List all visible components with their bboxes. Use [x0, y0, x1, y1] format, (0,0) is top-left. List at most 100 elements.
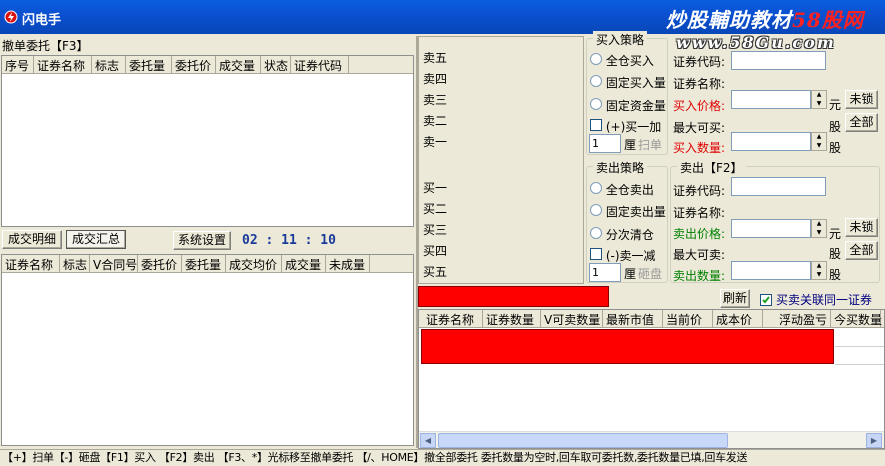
cancel-table-header: 序号 证券名称 标志 委托量 委托价 成交量 状态 证券代码 [2, 56, 413, 74]
buy-price-spinner[interactable]: ▲ ▼ [811, 90, 827, 109]
deal-table-header: 证券名称 标志 V合同号 委托价 委托量 成交均价 成交量 未成量 [2, 255, 413, 273]
system-settings-button[interactable]: 系统设置 [173, 231, 231, 250]
buy-option-fixed-qty[interactable]: 固定买入量 [590, 74, 666, 91]
sell-option-full[interactable]: 全仓卖出 [590, 181, 654, 198]
buy-sweep-label: 扫单 [638, 138, 663, 152]
holdings-table[interactable]: 证券名称 证券数量 V可卖数量 最新市值 当前价 成本价 浮动盈亏 今买数量 ◀… [418, 309, 885, 449]
col-header[interactable]: 委托价 [138, 255, 182, 272]
sell-price-input[interactable] [731, 219, 811, 238]
sell-qty-input[interactable] [731, 261, 811, 280]
sell-tick-input[interactable]: 1 [589, 263, 621, 282]
sell-all-button[interactable]: 全部 [845, 241, 878, 260]
col-header[interactable]: 标志 [92, 56, 126, 73]
quote-buy5[interactable]: 买五 [423, 263, 447, 280]
sell-qty-spinner[interactable]: ▲ ▼ [811, 261, 827, 280]
quote-sell5[interactable]: 卖五 [423, 49, 447, 66]
sell-option-batch[interactable]: 分次清仓 [590, 226, 654, 243]
sell-form-title: 卖出【F2】 [677, 159, 746, 176]
row-divider [835, 364, 884, 365]
scroll-right-icon[interactable]: ▶ [866, 433, 882, 448]
tab-deal-detail[interactable]: 成交明细 [2, 230, 62, 249]
sell-minus-checkbox[interactable]: (-)卖一减 [590, 247, 656, 264]
holdings-hscrollbar[interactable]: ◀ ▶ [419, 431, 884, 448]
col-header[interactable]: 序号 [2, 56, 34, 73]
quote-sell2[interactable]: 卖二 [423, 112, 447, 129]
window-title: 闪电手 [22, 13, 62, 28]
scroll-left-icon[interactable]: ◀ [420, 433, 436, 448]
buy-plus-checkbox[interactable]: (+)买一加 [590, 118, 661, 135]
sell-max-unit: 股 [829, 247, 842, 261]
watermark-line2: www.58Gu.com [676, 33, 836, 52]
buy-lock-button[interactable]: 未锁 [845, 90, 878, 109]
col-header[interactable]: 标志 [60, 255, 90, 272]
buy-code-label: 证券代码: [673, 55, 726, 69]
col-header[interactable]: 状态 [261, 56, 291, 73]
deal-table[interactable]: 证券名称 标志 V合同号 委托价 委托量 成交均价 成交量 未成量 [1, 254, 414, 446]
account-redacted [418, 286, 609, 307]
check-icon [760, 293, 772, 306]
col-header[interactable]: 证券名称 [34, 56, 92, 73]
sell-tick-unit: 厘 [624, 267, 637, 281]
sell-strategy-title: 卖出策略 [593, 159, 648, 176]
col-header[interactable]: 成本价 [713, 310, 763, 327]
holdings-table-header: 证券名称 证券数量 V可卖数量 最新市值 当前价 成本价 浮动盈亏 今买数量 [419, 310, 884, 328]
buy-qty-label: 买入数量: [673, 141, 726, 155]
quote-sell3[interactable]: 卖三 [423, 91, 447, 108]
buy-tick-input[interactable]: 1 [589, 134, 621, 153]
col-header[interactable]: 成交量 [282, 255, 326, 272]
buy-price-unit: 元 [829, 98, 842, 112]
quote-buy4[interactable]: 买四 [423, 242, 447, 259]
col-header[interactable]: 当前价 [663, 310, 713, 327]
buy-name-label: 证券名称: [673, 77, 726, 91]
buy-all-button[interactable]: 全部 [845, 113, 878, 132]
sell-price-unit: 元 [829, 227, 842, 241]
col-header[interactable]: 今买数量 [831, 310, 882, 327]
col-header[interactable]: 成交均价 [226, 255, 282, 272]
sell-code-input[interactable] [731, 177, 826, 196]
buy-max-label: 最大可买: [673, 121, 726, 135]
buy-qty-spinner[interactable]: ▲ ▼ [811, 132, 827, 151]
quote-buy2[interactable]: 买二 [423, 200, 447, 217]
buy-code-input[interactable] [731, 51, 826, 70]
clock: 02 : 11 : 10 [242, 233, 336, 248]
refresh-button[interactable]: 刷新 [720, 289, 750, 308]
col-header[interactable]: 证券名称 [423, 310, 483, 327]
buy-price-input[interactable] [731, 90, 811, 109]
col-header[interactable]: 委托量 [182, 255, 226, 272]
quote-buy1[interactable]: 买一 [423, 179, 447, 196]
cancel-panel-title: 撤单委托【F3】 [2, 39, 89, 53]
col-header[interactable]: 证券代码 [291, 56, 349, 73]
tab-deal-summary[interactable]: 成交汇总 [66, 230, 126, 249]
col-header[interactable]: 证券数量 [483, 310, 541, 327]
col-header[interactable]: 委托量 [126, 56, 172, 73]
sell-max-label: 最大可卖: [673, 248, 726, 262]
col-header[interactable]: 成交量 [216, 56, 261, 73]
quote-buy3[interactable]: 买三 [423, 221, 447, 238]
quote-sell4[interactable]: 卖四 [423, 70, 447, 87]
buy-price-label: 买入价格: [673, 99, 726, 113]
col-header[interactable]: V合同号 [90, 255, 138, 272]
col-header[interactable]: V可卖数量 [541, 310, 603, 327]
quote-panel: 卖五 卖四 卖三 卖二 卖一 买一 买二 买三 买四 买五 [418, 36, 584, 284]
scroll-thumb[interactable] [438, 433, 728, 448]
buy-option-full[interactable]: 全仓买入 [590, 52, 654, 69]
row-divider [835, 346, 884, 347]
buy-qty-input[interactable] [731, 132, 811, 151]
sell-code-label: 证券代码: [673, 184, 726, 198]
col-header[interactable]: 证券名称 [2, 255, 60, 272]
sell-price-spinner[interactable]: ▲ ▼ [811, 219, 827, 238]
sell-price-label: 卖出价格: [673, 227, 726, 241]
sell-lock-button[interactable]: 未锁 [845, 218, 878, 237]
link-security-checkbox[interactable]: 买卖关联同一证券 [760, 291, 872, 308]
sell-name-label: 证券名称: [673, 206, 726, 220]
holdings-redacted [421, 329, 834, 364]
col-header[interactable]: 最新市值 [603, 310, 663, 327]
sell-option-fixed-qty[interactable]: 固定卖出量 [590, 203, 666, 220]
col-header[interactable]: 浮动盈亏 [763, 310, 831, 327]
buy-option-fixed-fund[interactable]: 固定资金量 [590, 97, 666, 114]
col-header[interactable]: 委托价 [172, 56, 216, 73]
cancel-order-table[interactable]: 序号 证券名称 标志 委托量 委托价 成交量 状态 证券代码 [1, 55, 414, 227]
app-icon [4, 10, 18, 24]
quote-sell1[interactable]: 卖一 [423, 133, 447, 150]
col-header[interactable]: 未成量 [326, 255, 370, 272]
